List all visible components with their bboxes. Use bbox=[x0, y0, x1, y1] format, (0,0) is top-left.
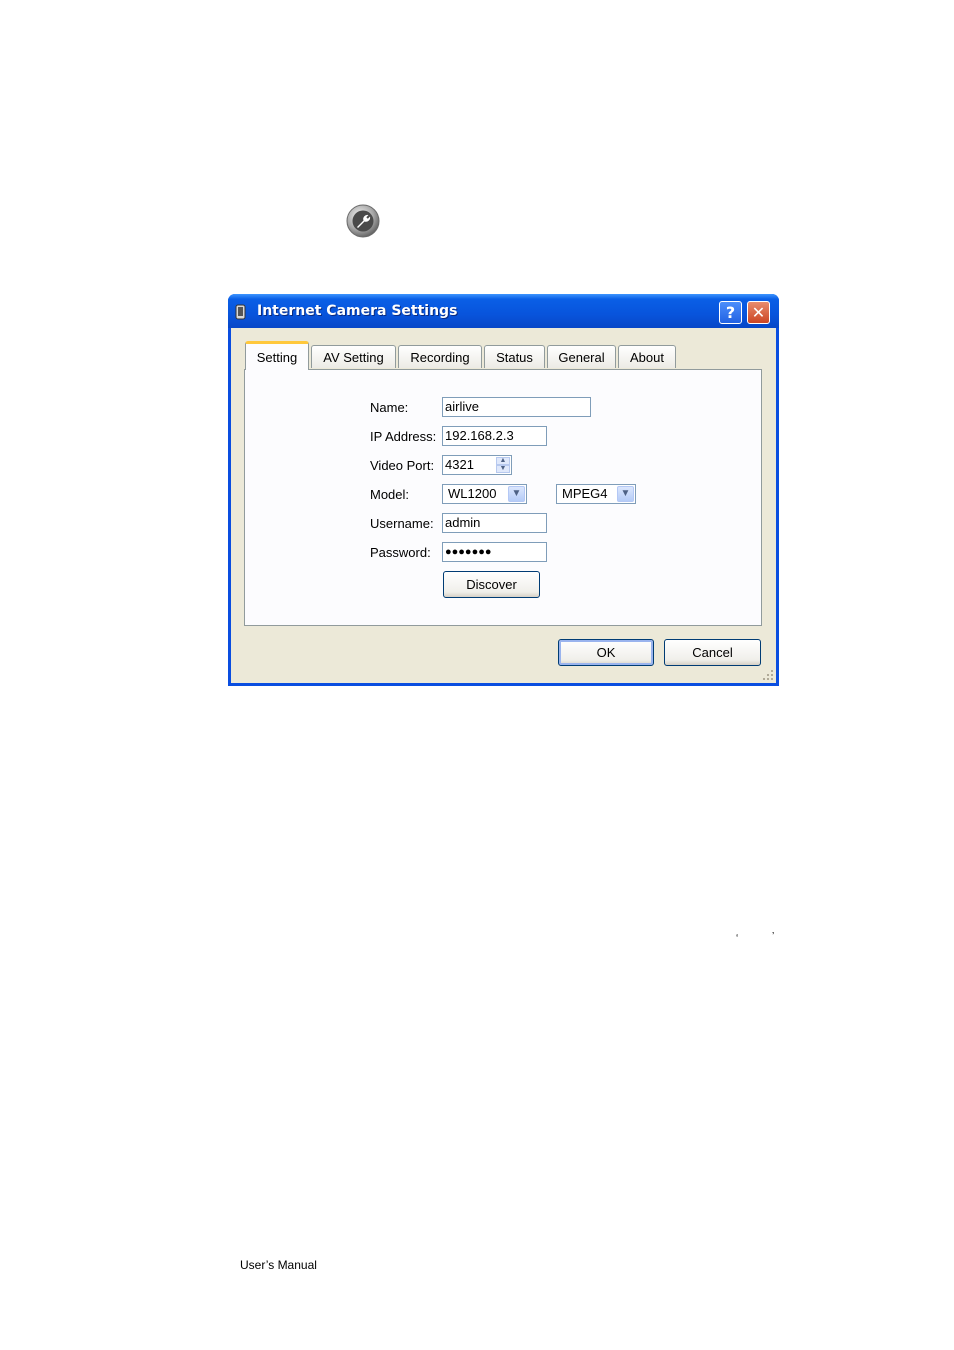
port-spinner[interactable]: ▲ ▼ bbox=[496, 457, 510, 473]
chevron-down-icon[interactable]: ▼ bbox=[617, 486, 634, 502]
internet-camera-settings-dialog: Internet Camera Settings ? ✕ Setting AV … bbox=[228, 294, 779, 686]
cancel-button[interactable]: Cancel bbox=[664, 639, 761, 666]
title-bar[interactable]: Internet Camera Settings ? ✕ bbox=[228, 294, 779, 328]
codec-value: MPEG4 bbox=[562, 486, 608, 501]
video-port-stepper[interactable]: 4321 ▲ ▼ bbox=[442, 455, 512, 475]
tab-about[interactable]: About bbox=[618, 345, 676, 368]
tab-general[interactable]: General bbox=[547, 345, 616, 368]
name-label: Name: bbox=[370, 400, 409, 415]
username-field[interactable]: admin bbox=[442, 513, 547, 533]
chevron-down-icon[interactable]: ▼ bbox=[508, 486, 525, 502]
model-value: WL1200 bbox=[448, 486, 497, 501]
discover-button[interactable]: Discover bbox=[443, 571, 540, 598]
settings-wrench-icon bbox=[346, 204, 380, 238]
ip-address-label: IP Address: bbox=[370, 429, 437, 444]
close-button[interactable]: ✕ bbox=[747, 301, 770, 324]
codec-select[interactable]: MPEG4 ▼ bbox=[556, 484, 636, 504]
tab-status[interactable]: Status bbox=[484, 345, 545, 368]
password-field[interactable]: ●●●●●●● bbox=[442, 542, 547, 562]
video-port-value: 4321 bbox=[445, 457, 474, 472]
close-quote-mark: ’ bbox=[772, 931, 775, 942]
page-footer: User’s Manual bbox=[240, 1258, 317, 1272]
username-label: Username: bbox=[370, 516, 434, 531]
spin-down-icon[interactable]: ▼ bbox=[496, 465, 510, 473]
resize-grip-icon[interactable] bbox=[762, 669, 774, 681]
password-label: Password: bbox=[370, 545, 431, 560]
model-label: Model: bbox=[370, 487, 410, 502]
dialog-title: Internet Camera Settings bbox=[257, 303, 458, 319]
setting-tab-panel: Name: airlive IP Address: 192.168.2.3 Vi… bbox=[244, 369, 762, 626]
camera-app-icon bbox=[235, 304, 246, 320]
spin-up-icon[interactable]: ▲ bbox=[496, 457, 510, 465]
open-quote-mark: ‘ bbox=[736, 933, 739, 944]
help-button[interactable]: ? bbox=[719, 301, 742, 324]
model-select[interactable]: WL1200 ▼ bbox=[442, 484, 527, 504]
ip-address-field[interactable]: 192.168.2.3 bbox=[442, 426, 547, 446]
name-field[interactable]: airlive bbox=[442, 397, 591, 417]
dialog-body: Setting AV Setting Recording Status Gene… bbox=[231, 328, 776, 683]
tab-av-setting[interactable]: AV Setting bbox=[311, 345, 396, 368]
video-port-label: Video Port: bbox=[370, 458, 435, 473]
tab-recording[interactable]: Recording bbox=[398, 345, 482, 368]
tab-setting[interactable]: Setting bbox=[245, 341, 309, 370]
ok-button[interactable]: OK bbox=[558, 639, 654, 666]
